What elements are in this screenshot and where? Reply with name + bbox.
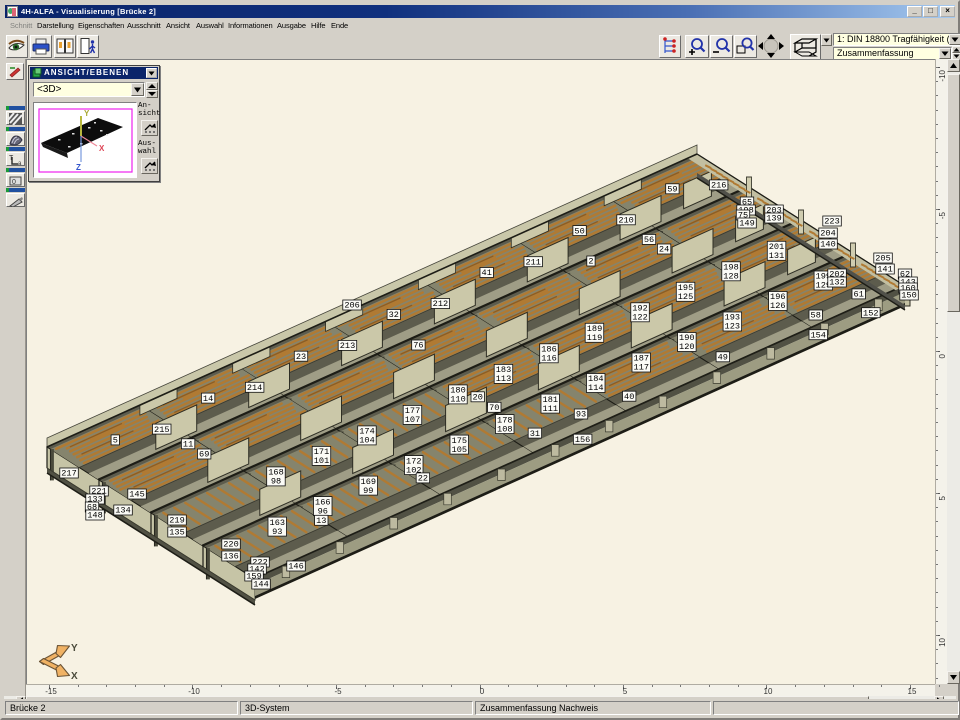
svg-text:105: 105: [452, 445, 467, 455]
svg-text:59: 59: [667, 185, 677, 195]
svg-text:50: 50: [574, 226, 584, 236]
svg-text:204: 204: [820, 229, 835, 239]
svg-text:2: 2: [588, 257, 593, 267]
svg-text:210: 210: [618, 216, 633, 226]
svg-text:114: 114: [588, 383, 603, 393]
svg-text:111: 111: [543, 404, 558, 414]
svg-text:70: 70: [489, 403, 499, 413]
svg-text:217: 217: [61, 469, 76, 479]
svg-text:122: 122: [632, 313, 647, 323]
svg-text:148: 148: [87, 511, 102, 521]
svg-text:149: 149: [739, 219, 754, 229]
svg-text:14: 14: [203, 394, 213, 404]
svg-text:145: 145: [129, 490, 144, 500]
svg-text:58: 58: [811, 311, 821, 321]
svg-text:31: 31: [530, 429, 540, 439]
svg-text:113: 113: [496, 374, 511, 384]
svg-text:123: 123: [725, 322, 740, 332]
svg-text:56: 56: [644, 235, 654, 245]
svg-text:152: 152: [863, 308, 878, 318]
svg-text:139: 139: [766, 214, 781, 224]
svg-text:146: 146: [288, 562, 303, 572]
svg-text:141: 141: [877, 265, 892, 275]
svg-text:69: 69: [199, 450, 209, 460]
svg-text:110: 110: [450, 395, 465, 405]
svg-text:134: 134: [115, 506, 130, 516]
svg-text:212: 212: [433, 299, 448, 309]
svg-text:214: 214: [247, 383, 262, 393]
svg-text:99: 99: [363, 486, 373, 496]
svg-text:219: 219: [169, 516, 184, 526]
svg-text:125: 125: [678, 292, 693, 302]
svg-text:136: 136: [223, 552, 238, 562]
svg-text:23: 23: [296, 352, 306, 362]
svg-text:150: 150: [901, 291, 916, 301]
svg-text:223: 223: [824, 217, 839, 227]
svg-text:Y: Y: [71, 643, 78, 654]
svg-text:22: 22: [418, 474, 428, 484]
svg-text:40: 40: [624, 392, 634, 402]
svg-text:216: 216: [711, 181, 726, 191]
svg-text:107: 107: [405, 415, 420, 425]
svg-text:X: X: [99, 144, 105, 153]
svg-text:0: 0: [12, 179, 16, 186]
svg-text:96: 96: [318, 506, 328, 516]
svg-text:120: 120: [679, 342, 694, 352]
svg-text:128: 128: [723, 272, 738, 282]
svg-text:135: 135: [169, 528, 184, 538]
svg-text:140: 140: [820, 240, 835, 250]
svg-text:24: 24: [659, 245, 669, 255]
svg-text:20: 20: [473, 393, 483, 403]
svg-text:132: 132: [829, 278, 844, 288]
svg-text:X: X: [71, 671, 78, 682]
svg-text:144: 144: [253, 580, 268, 590]
svg-text:61: 61: [854, 290, 864, 300]
svg-text:206: 206: [344, 301, 359, 311]
svg-text:98: 98: [271, 477, 281, 487]
svg-text:117: 117: [634, 363, 649, 373]
svg-text:126: 126: [770, 301, 785, 311]
svg-text:119: 119: [587, 333, 602, 343]
svg-text:220: 220: [223, 540, 238, 550]
svg-text:101: 101: [314, 456, 329, 466]
svg-text:49: 49: [718, 353, 728, 363]
svg-text:11: 11: [183, 440, 193, 450]
svg-text:32: 32: [389, 310, 399, 320]
svg-text:104: 104: [359, 436, 374, 446]
svg-text:116: 116: [541, 354, 556, 364]
svg-text:93: 93: [272, 527, 282, 537]
svg-text:76: 76: [413, 341, 423, 351]
svg-text:a: a: [18, 161, 22, 166]
svg-text:131: 131: [769, 251, 784, 261]
svg-text:156: 156: [575, 435, 590, 445]
svg-text:108: 108: [497, 424, 512, 434]
svg-text:Z: Z: [76, 163, 81, 172]
svg-text:93: 93: [576, 410, 586, 420]
svg-text:13: 13: [316, 516, 326, 526]
svg-text:211: 211: [525, 257, 540, 267]
svg-text:Y: Y: [84, 109, 90, 118]
svg-text:41: 41: [482, 268, 492, 278]
svg-text:5: 5: [113, 436, 118, 446]
svg-text:205: 205: [875, 254, 890, 264]
svg-text:154: 154: [810, 330, 825, 340]
svg-text:215: 215: [154, 425, 169, 435]
svg-text:213: 213: [340, 341, 355, 351]
